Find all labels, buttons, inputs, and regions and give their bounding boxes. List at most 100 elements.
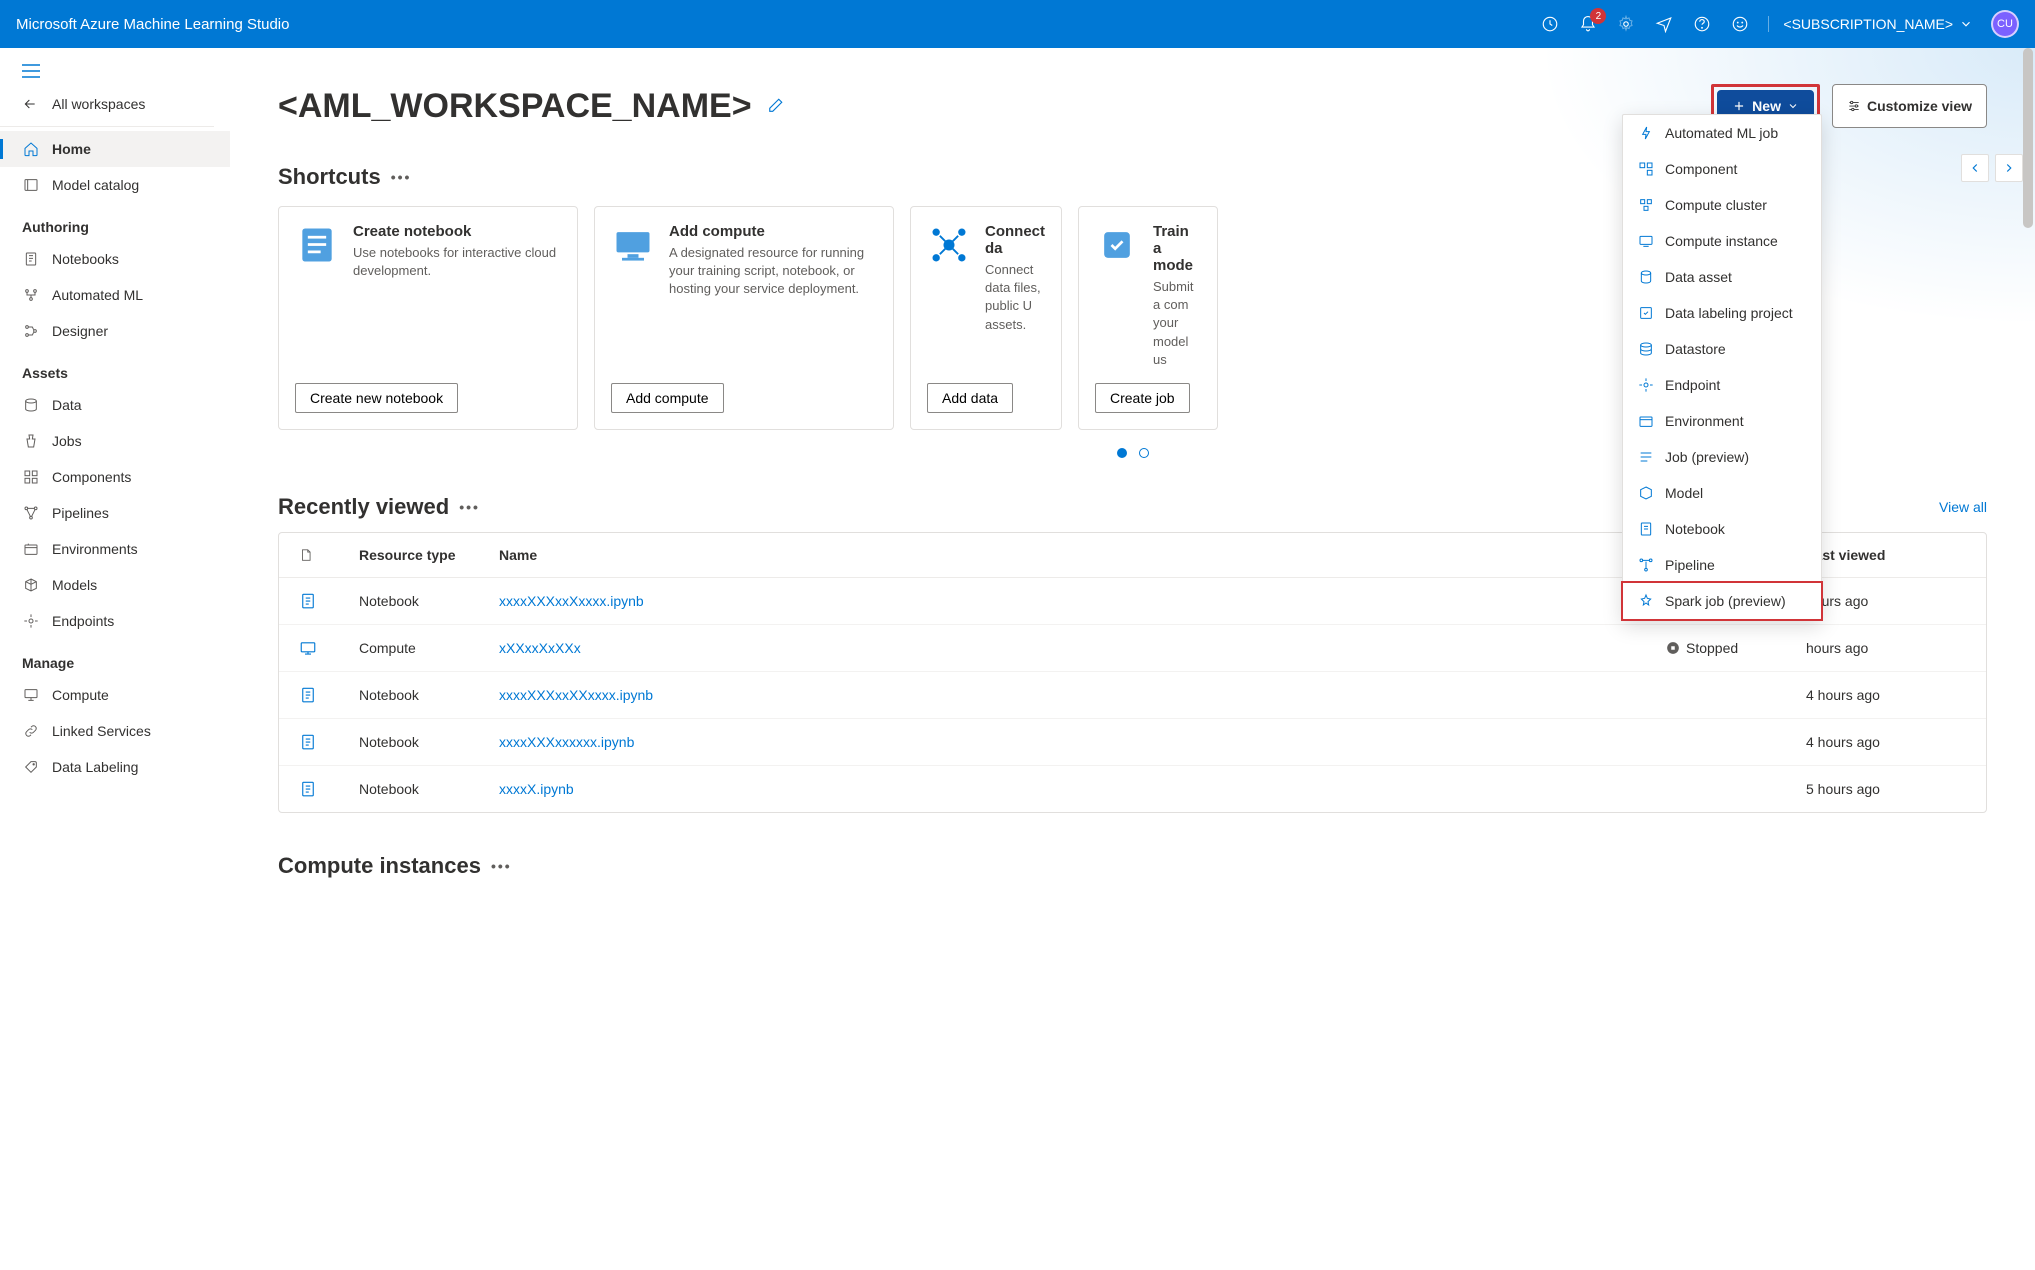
- smile-icon[interactable]: [1730, 14, 1750, 34]
- job-icon: [1637, 448, 1655, 466]
- nav-models[interactable]: Models: [0, 567, 230, 603]
- row-type: Compute: [359, 640, 499, 656]
- add-data-button[interactable]: Add data: [927, 383, 1013, 413]
- menu-endpoint[interactable]: Endpoint: [1623, 367, 1821, 403]
- col-last[interactable]: Last viewed: [1806, 547, 1966, 563]
- card-train-model[interactable]: Train a mode Submit a com your model us …: [1078, 206, 1218, 430]
- nav-data[interactable]: Data: [0, 387, 230, 423]
- automl-icon: [22, 286, 40, 304]
- nav-designer[interactable]: Designer: [0, 313, 230, 349]
- menu-model[interactable]: Model: [1623, 475, 1821, 511]
- nav-notebooks[interactable]: Notebooks: [0, 241, 230, 277]
- nav-environments[interactable]: Environments: [0, 531, 230, 567]
- avatar[interactable]: CU: [1991, 10, 2019, 38]
- cards-next-button[interactable]: [1995, 154, 2023, 182]
- pipelines-icon: [22, 504, 40, 522]
- row-type: Notebook: [359, 781, 499, 797]
- nav-model-catalog[interactable]: Model catalog: [0, 167, 230, 203]
- catalog-icon: [22, 176, 40, 194]
- row-name[interactable]: xxxxXXXxxXXxxxx.ipynb: [499, 687, 1626, 703]
- pager-dot-2[interactable]: [1139, 448, 1149, 458]
- menu-job-preview[interactable]: Job (preview): [1623, 439, 1821, 475]
- labeling-project-icon: [1637, 304, 1655, 322]
- subscription-picker[interactable]: <SUBSCRIPTION_NAME>: [1768, 16, 1973, 32]
- card-connect-data[interactable]: Connect da Connect data files, public U …: [910, 206, 1062, 430]
- nav-data-labeling[interactable]: Data Labeling: [0, 749, 230, 785]
- settings-icon[interactable]: [1616, 14, 1636, 34]
- row-type: Notebook: [359, 593, 499, 609]
- col-type[interactable]: Resource type: [359, 547, 499, 563]
- row-name[interactable]: xxxxXXXxxxxxx.ipynb: [499, 734, 1626, 750]
- menu-spark-job-preview[interactable]: Spark job (preview): [1621, 581, 1823, 621]
- designer-icon: [22, 322, 40, 340]
- components-icon: [22, 468, 40, 486]
- notifications-icon[interactable]: 2: [1578, 14, 1598, 34]
- row-icon: [299, 780, 359, 798]
- row-last: 5 hours ago: [1806, 781, 1966, 797]
- create-job-button[interactable]: Create job: [1095, 383, 1190, 413]
- add-compute-button[interactable]: Add compute: [611, 383, 724, 413]
- pager-dot-1[interactable]: [1117, 448, 1127, 458]
- nav-endpoints[interactable]: Endpoints: [0, 603, 230, 639]
- menu-automated-ml-job[interactable]: Automated ML job: [1623, 115, 1821, 151]
- spark-icon: [1637, 592, 1655, 610]
- help-icon[interactable]: [1692, 14, 1712, 34]
- recent-icon[interactable]: [1540, 14, 1560, 34]
- row-type: Notebook: [359, 687, 499, 703]
- recent-more-icon[interactable]: •••: [459, 499, 480, 515]
- menu-compute-instance[interactable]: Compute instance: [1623, 223, 1821, 259]
- edit-icon[interactable]: [766, 97, 784, 115]
- automl-icon: [1637, 124, 1655, 142]
- cards-prev-button[interactable]: [1961, 154, 1989, 182]
- menu-data-labeling-project[interactable]: Data labeling project: [1623, 295, 1821, 331]
- menu-data-asset[interactable]: Data asset: [1623, 259, 1821, 295]
- new-menu: Automated ML job Component Compute clust…: [1622, 114, 1822, 620]
- nav-automl[interactable]: Automated ML: [0, 277, 230, 313]
- notebook-icon: [22, 250, 40, 268]
- col-name[interactable]: Name: [499, 547, 1626, 563]
- customize-view-button[interactable]: Customize view: [1832, 84, 1987, 128]
- nav-compute[interactable]: Compute: [0, 677, 230, 713]
- row-icon: [299, 592, 359, 610]
- nav-components[interactable]: Components: [0, 459, 230, 495]
- home-icon: [22, 140, 40, 158]
- train-card-icon: [1095, 223, 1139, 267]
- scrollbar-thumb[interactable]: [2023, 48, 2033, 228]
- card-add-compute[interactable]: Add compute A designated resource for ru…: [594, 206, 894, 430]
- menu-component[interactable]: Component: [1623, 151, 1821, 187]
- row-name[interactable]: xxxxXXXxxXxxxx.ipynb: [499, 593, 1626, 609]
- component-icon: [1637, 160, 1655, 178]
- topbar: Microsoft Azure Machine Learning Studio …: [0, 0, 2035, 48]
- table-row[interactable]: NotebookxxxxX.ipynb 5 hours ago: [279, 766, 1986, 812]
- hamburger-icon[interactable]: [0, 56, 230, 86]
- nav-jobs[interactable]: Jobs: [0, 423, 230, 459]
- table-row[interactable]: ComputexXXxxXxXXxStoppedhours ago: [279, 625, 1986, 672]
- data-card-icon: [927, 223, 971, 267]
- nav-section-manage: Manage: [0, 639, 230, 677]
- shortcuts-more-icon[interactable]: •••: [391, 169, 412, 185]
- create-notebook-button[interactable]: Create new notebook: [295, 383, 458, 413]
- notebook-menu-icon: [1637, 520, 1655, 538]
- view-all-link[interactable]: View all: [1939, 499, 1987, 515]
- menu-datastore[interactable]: Datastore: [1623, 331, 1821, 367]
- table-row[interactable]: NotebookxxxxXXXxxxxxx.ipynb4 hours ago: [279, 719, 1986, 766]
- menu-environment[interactable]: Environment: [1623, 403, 1821, 439]
- chevron-down-icon: [1959, 17, 1973, 31]
- card-create-notebook[interactable]: Create notebook Use notebooks for intera…: [278, 206, 578, 430]
- nav-linked-services[interactable]: Linked Services: [0, 713, 230, 749]
- feedback-icon[interactable]: [1654, 14, 1674, 34]
- data-icon: [22, 396, 40, 414]
- menu-pipeline[interactable]: Pipeline: [1623, 547, 1821, 583]
- pipeline-icon: [1637, 556, 1655, 574]
- menu-notebook[interactable]: Notebook: [1623, 511, 1821, 547]
- menu-compute-cluster[interactable]: Compute cluster: [1623, 187, 1821, 223]
- nav-home[interactable]: Home: [0, 131, 230, 167]
- row-name[interactable]: xxxxX.ipynb: [499, 781, 1626, 797]
- nav-pipelines[interactable]: Pipelines: [0, 495, 230, 531]
- table-row[interactable]: NotebookxxxxXXXxxXXxxxx.ipynb 4 hours ago: [279, 672, 1986, 719]
- sidebar: All workspaces Home Model catalog Author…: [0, 48, 230, 1270]
- compute-more-icon[interactable]: •••: [491, 858, 512, 874]
- back-all-workspaces[interactable]: All workspaces: [0, 86, 230, 122]
- row-name[interactable]: xXXxxXxXXx: [499, 640, 1626, 656]
- row-last: 4 hours ago: [1806, 687, 1966, 703]
